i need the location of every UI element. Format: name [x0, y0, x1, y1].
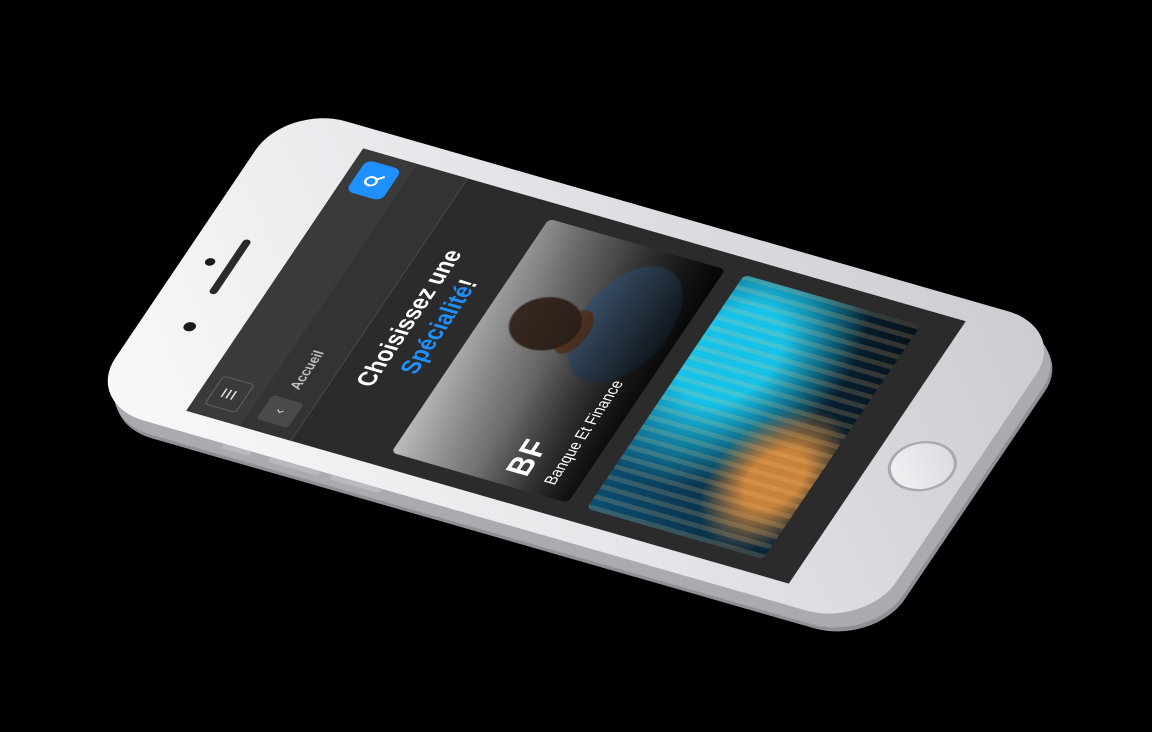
breadcrumb-label[interactable]: Accueil	[287, 349, 328, 392]
menu-button[interactable]: ☰	[204, 375, 255, 414]
search-icon	[363, 176, 386, 187]
chevron-left-icon: ‹	[270, 407, 289, 416]
search-button[interactable]	[345, 159, 403, 202]
back-button[interactable]: ‹	[256, 394, 305, 429]
phone-device: ☰ ‹ Accueil Choisissez une Spécialité! B…	[84, 104, 1068, 628]
hamburger-icon: ☰	[218, 387, 242, 402]
mockup-stage: ☰ ‹ Accueil Choisissez une Spécialité! B…	[0, 0, 1152, 732]
